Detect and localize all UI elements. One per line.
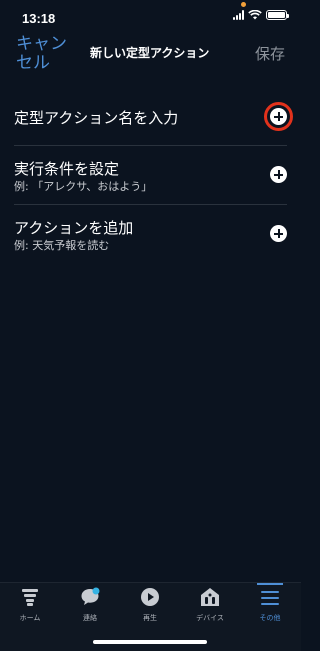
row-title: アクションを追加 bbox=[14, 219, 134, 237]
battery-icon bbox=[266, 10, 289, 20]
tab-more[interactable]: その他 bbox=[240, 583, 300, 631]
routine-settings-list: 定型アクション名を入力 実行条件を設定 例: 「アレクサ、おはよう」 アクション… bbox=[0, 88, 301, 264]
tab-communicate[interactable]: 連絡 bbox=[60, 583, 120, 631]
tab-play[interactable]: 再生 bbox=[120, 583, 180, 631]
row-title: 定型アクション名を入力 bbox=[14, 109, 179, 127]
trigger-condition-row[interactable]: 実行条件を設定 例: 「アレクサ、おはよう」 bbox=[14, 146, 287, 205]
add-icon[interactable] bbox=[270, 166, 287, 183]
devices-icon bbox=[201, 588, 219, 606]
chat-icon bbox=[81, 587, 100, 605]
page-title: 新しい定型アクション bbox=[90, 46, 210, 60]
tab-label: 連絡 bbox=[83, 614, 97, 622]
add-action-row[interactable]: アクションを追加 例: 天気予報を読む bbox=[14, 205, 287, 264]
status-bar: 13:18 bbox=[0, 0, 301, 32]
tab-home[interactable]: ホーム bbox=[0, 583, 60, 631]
row-title: 実行条件を設定 bbox=[14, 160, 120, 178]
wifi-icon bbox=[248, 10, 262, 20]
nav-bar: キャンセル 新しい定型アクション 保存 bbox=[0, 32, 301, 76]
row-subtitle: 例: 天気予報を読む bbox=[14, 239, 110, 252]
home-indicator bbox=[93, 640, 207, 644]
tab-label: その他 bbox=[259, 614, 281, 622]
add-icon[interactable] bbox=[270, 108, 287, 125]
status-icons bbox=[233, 10, 289, 20]
tab-label: ホーム bbox=[19, 614, 41, 622]
home-icon bbox=[22, 589, 38, 606]
play-icon bbox=[141, 588, 159, 606]
cancel-button[interactable]: キャンセル bbox=[16, 35, 76, 73]
routine-name-row[interactable]: 定型アクション名を入力 bbox=[14, 88, 293, 146]
tab-label: 再生 bbox=[143, 614, 157, 622]
tab-devices[interactable]: デバイス bbox=[180, 583, 240, 631]
signal-icon bbox=[233, 10, 244, 20]
row-subtitle: 例: 「アレクサ、おはよう」 bbox=[14, 180, 153, 193]
menu-icon bbox=[261, 591, 279, 605]
privacy-indicator-dot bbox=[241, 2, 246, 7]
save-button[interactable]: 保存 bbox=[255, 43, 285, 64]
status-time: 13:18 bbox=[22, 11, 56, 26]
add-icon[interactable] bbox=[270, 225, 287, 242]
tab-label: デバイス bbox=[196, 614, 224, 622]
